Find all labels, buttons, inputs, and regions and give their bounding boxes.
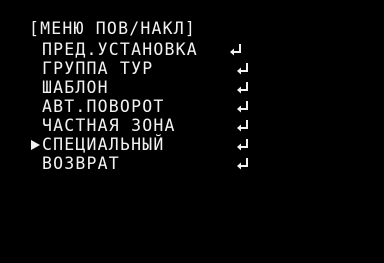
menu-title: [МЕНЮ ПОВ/НАКЛ] bbox=[29, 19, 197, 38]
camera-osd-screen: [МЕНЮ ПОВ/НАКЛ] ПРЕД.УСТАНОВКА ГРУППА ТУ… bbox=[0, 0, 384, 263]
enter-icon bbox=[237, 63, 248, 75]
menu-item-label: ЧАСТНАЯ ЗОНА bbox=[42, 116, 176, 135]
menu-item-return[interactable]: ВОЗВРАТ bbox=[0, 154, 384, 175]
menu-item-label: АВТ.ПОВОРОТ bbox=[42, 97, 165, 116]
menu-item-label: ШАБЛОН bbox=[42, 78, 109, 97]
enter-icon bbox=[237, 158, 248, 170]
enter-icon bbox=[237, 101, 248, 113]
menu-item-label: СПЕЦИАЛЬНЫЙ bbox=[42, 135, 165, 154]
enter-icon bbox=[237, 139, 248, 151]
menu-item-label: ГРУППА ТУР bbox=[42, 59, 154, 78]
menu-item-label: ВОЗВРАТ bbox=[42, 154, 120, 173]
enter-icon bbox=[230, 44, 241, 56]
enter-icon bbox=[237, 120, 248, 132]
enter-icon bbox=[237, 82, 248, 94]
ptz-menu: [МЕНЮ ПОВ/НАКЛ] ПРЕД.УСТАНОВКА ГРУППА ТУ… bbox=[0, 0, 384, 263]
selection-pointer-icon bbox=[31, 140, 40, 150]
menu-item-label: ПРЕД.УСТАНОВКА bbox=[42, 40, 198, 59]
